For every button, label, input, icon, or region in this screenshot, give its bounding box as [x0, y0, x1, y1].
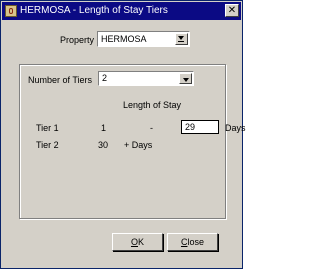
length-of-stay-header: Length of Stay [123, 100, 182, 110]
tier-1-unit: Days [225, 123, 246, 133]
tier-2-from: 30 [98, 140, 109, 150]
number-of-tiers-label: Number of Tiers [28, 75, 93, 85]
ok-mnemonic: O [130, 237, 138, 247]
close-label-rest: lose [187, 237, 204, 247]
property-field[interactable]: HERMOSA [97, 31, 190, 47]
dialog-window: HERMOSA - Length of Stay Tiers ✕ Propert… [0, 0, 246, 269]
property-value: HERMOSA [101, 34, 147, 44]
tier-1-label: Tier 1 [36, 123, 59, 133]
property-lov-button[interactable] [175, 33, 188, 45]
number-of-tiers-value: 2 [102, 73, 108, 83]
window-title: HERMOSA - Length of Stay Tiers [20, 5, 168, 16]
title-bar[interactable]: HERMOSA - Length of Stay Tiers ✕ [2, 2, 241, 20]
number-of-tiers-select[interactable]: 2 [98, 71, 194, 86]
ok-button[interactable]: OK [112, 233, 163, 251]
tier-2-suffix: + Days [124, 140, 153, 150]
tier-1-to-input[interactable]: 29 [181, 120, 219, 134]
property-label: Property [60, 35, 95, 45]
number-of-tiers-dropdown-button[interactable] [179, 73, 192, 84]
ok-label-rest: K [138, 237, 145, 247]
close-window-button[interactable]: ✕ [225, 4, 239, 17]
tier-1-unit-text: Days [225, 123, 246, 133]
close-button[interactable]: Close [167, 233, 218, 251]
tier-2-label: Tier 2 [36, 140, 59, 150]
tier-1-separator: - [150, 123, 153, 133]
app-icon [5, 5, 17, 17]
tier-1-from: 1 [101, 123, 107, 133]
lov-arrow-icon [178, 36, 184, 40]
chevron-down-icon [183, 78, 189, 82]
